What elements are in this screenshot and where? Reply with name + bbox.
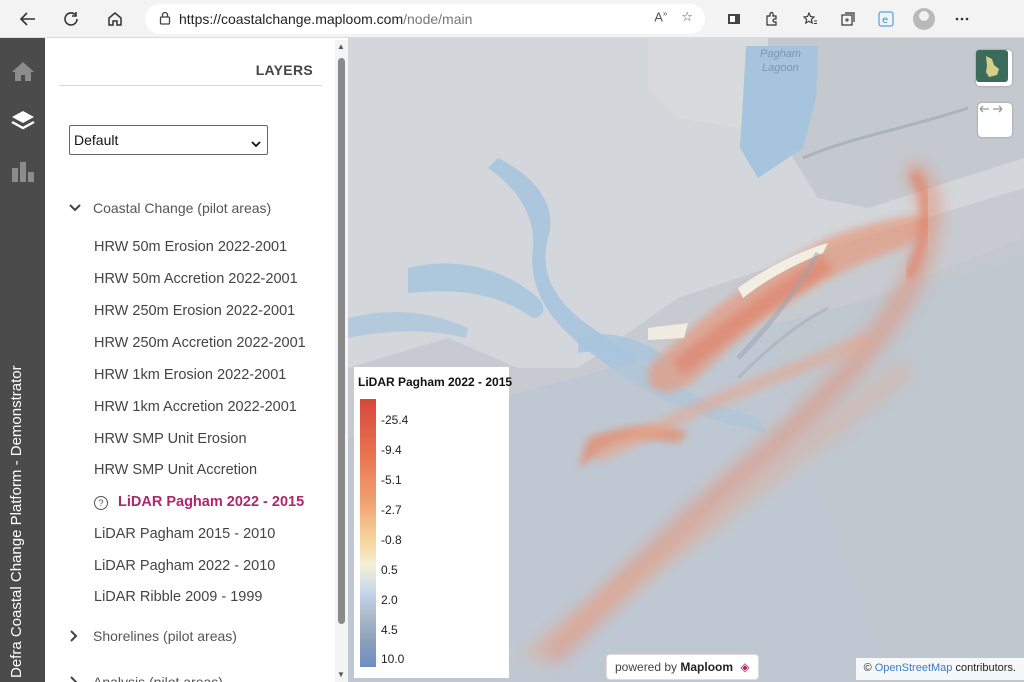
place-label: Lagoon <box>762 62 799 74</box>
scroll-up-icon[interactable]: ▲ <box>337 42 345 51</box>
svg-text:e: e <box>882 15 888 26</box>
brand-name: Maploom <box>680 660 734 674</box>
layer-item[interactable]: HRW SMP Unit Accretion <box>94 462 257 478</box>
favorites-icon[interactable] <box>796 5 824 33</box>
legend-label: 4.5 <box>381 623 398 637</box>
home-icon[interactable] <box>0 46 45 96</box>
office-extension-icon[interactable] <box>720 5 748 33</box>
group-coastal-change[interactable]: Coastal Change (pilot areas) <box>69 200 271 216</box>
browser-toolbar: https://coastalchange.maploom.com/node/m… <box>0 0 1024 38</box>
layer-item[interactable]: HRW 50m Accretion 2022-2001 <box>94 271 298 287</box>
legend-label: -9.4 <box>381 443 402 457</box>
basemap-switcher-button[interactable] <box>976 50 1012 86</box>
favorite-add-icon[interactable]: ☆ <box>681 9 693 25</box>
map-view[interactable]: Pagham Lagoon LiDAR Pagham 2022 - 2015 -… <box>348 38 1024 682</box>
layer-item[interactable]: HRW SMP Unit Erosion <box>94 431 247 447</box>
preset-select[interactable]: Default <box>69 125 268 155</box>
app-nav-rail: Defra Coastal Change Platform - Demonstr… <box>0 38 45 682</box>
more-options-icon[interactable] <box>948 5 976 33</box>
group-label: Shorelines (pilot areas) <box>93 628 237 644</box>
layer-item[interactable]: LiDAR Pagham 2022 - 2010 <box>94 558 275 574</box>
copyright-symbol: © <box>863 662 872 674</box>
scroll-down-icon[interactable]: ▼ <box>337 670 345 679</box>
layer-item[interactable]: HRW 250m Accretion 2022-2001 <box>94 335 306 351</box>
layer-item[interactable]: LiDAR Ribble 2009 - 1999 <box>94 589 262 605</box>
url-host: https://coastalchange.maploom.com <box>179 11 404 27</box>
attribution-suffix: contributors. <box>955 662 1016 674</box>
powered-by-badge[interactable]: powered by Maploom ◈ <box>606 654 759 680</box>
arrows-horizontal-icon <box>979 105 1003 113</box>
home-browser-icon[interactable] <box>100 4 130 34</box>
group-analysis[interactable]: Analysis (pilot areas) <box>69 674 223 682</box>
legend-label: -0.8 <box>381 533 402 547</box>
panel-toggle-button[interactable] <box>978 103 1012 137</box>
layer-item[interactable]: HRW 1km Erosion 2022-2001 <box>94 367 286 383</box>
url-path: /node/main <box>403 11 473 27</box>
layer-item[interactable]: HRW 50m Erosion 2022-2001 <box>94 239 287 255</box>
legend-label: -5.1 <box>381 473 402 487</box>
divider <box>59 85 322 86</box>
group-label: Analysis (pilot areas) <box>93 674 223 682</box>
edge-extension-icon[interactable]: e <box>872 5 900 33</box>
chevron-down-icon <box>69 203 93 213</box>
panel-title: LAYERS <box>255 62 313 78</box>
place-label: Pagham <box>760 48 801 60</box>
map-attribution: © OpenStreetMap contributors. <box>855 658 1024 680</box>
refresh-icon[interactable] <box>56 4 86 34</box>
scrollbar-thumb[interactable] <box>338 58 345 624</box>
maploom-logo-icon: ◈ <box>740 660 750 674</box>
layer-item[interactable]: HRW 250m Erosion 2022-2001 <box>94 303 295 319</box>
map-legend: LiDAR Pagham 2022 - 2015 -25.4 -9.4 -5.1… <box>354 367 513 678</box>
osm-link[interactable]: OpenStreetMap <box>875 662 953 674</box>
layer-item[interactable]: LiDAR Pagham 2015 - 2010 <box>94 526 275 542</box>
group-label: Coastal Change (pilot areas) <box>93 200 272 216</box>
help-icon[interactable]: ? <box>94 496 108 510</box>
read-aloud-icon[interactable]: A» <box>654 9 667 25</box>
collections-icon[interactable] <box>834 5 862 33</box>
chart-icon[interactable] <box>0 146 45 196</box>
legend-label: 10.0 <box>381 652 405 666</box>
preset-select-value: Default <box>74 132 119 148</box>
legend-title: LiDAR Pagham 2022 - 2015 <box>358 375 513 389</box>
group-shorelines[interactable]: Shorelines (pilot areas) <box>69 628 237 644</box>
back-icon[interactable] <box>13 4 43 34</box>
legend-label: -2.7 <box>381 503 402 517</box>
map-thumbnail-icon <box>976 50 1008 82</box>
layers-panel: LAYERS Default Coastal Change (pilot are… <box>45 38 348 682</box>
layer-item-active[interactable]: LiDAR Pagham 2022 - 2015 <box>118 494 304 510</box>
legend-label: 2.0 <box>381 593 398 607</box>
extensions-icon[interactable] <box>758 5 786 33</box>
app-title: Defra Coastal Change Platform - Demonstr… <box>8 365 25 678</box>
chevron-right-icon <box>69 676 93 682</box>
legend-color-ramp <box>360 399 376 667</box>
layers-icon[interactable] <box>0 96 45 146</box>
powered-prefix: powered by <box>615 660 678 674</box>
lock-icon <box>159 11 179 28</box>
legend-label: 0.5 <box>381 563 398 577</box>
chevron-right-icon <box>69 630 93 642</box>
layer-item[interactable]: HRW 1km Accretion 2022-2001 <box>94 399 297 415</box>
chevron-down-icon <box>251 135 261 151</box>
profile-avatar[interactable] <box>910 5 938 33</box>
address-bar[interactable]: https://coastalchange.maploom.com/node/m… <box>145 4 705 34</box>
panel-scrollbar[interactable]: ▲ ▼ <box>335 40 348 682</box>
legend-label: -25.4 <box>381 413 409 427</box>
